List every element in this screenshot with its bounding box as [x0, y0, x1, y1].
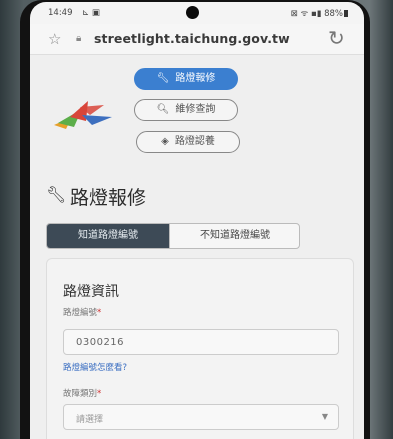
nav-adopt-button[interactable]: ◈ 路燈認養: [136, 131, 240, 153]
browser-url-bar: ☆ 🔒︎ streetlight.taichung.gov.tw ↻: [30, 24, 364, 55]
required-mark: *: [97, 308, 102, 318]
nav-report-button[interactable]: 🔧︎ 路燈報修: [134, 68, 238, 90]
tab-unknown-number[interactable]: 不知道路燈編號: [169, 224, 299, 248]
status-time: 14:49: [48, 8, 73, 18]
status-notification-icons: ⊾ ▣: [82, 8, 100, 18]
status-signal-battery: ⊠ ᯤ ▪▮ 88%: [290, 9, 343, 19]
wrench-icon: 🔧︎: [156, 73, 170, 84]
number-label: 路燈編號*: [63, 306, 101, 318]
tab-known-number[interactable]: 知道路燈編號: [47, 224, 169, 248]
fault-type-select[interactable]: 請選擇 ▼: [63, 404, 339, 430]
site-logo: [54, 101, 112, 129]
page-content: 🔧︎ 路燈報修 🔍︎ 維修查詢 ◈ 路燈認養 🔧︎ 路燈報修 知道路燈編號 不知道路燈…: [30, 55, 364, 439]
nav-progress-label: 維修查詢: [175, 104, 216, 115]
fault-type-label-text: 故障類別: [63, 389, 98, 399]
fault-type-label: 故障類別*: [63, 387, 101, 399]
battery-icon: [344, 10, 348, 17]
page-title: 路燈報修: [70, 187, 147, 209]
camera-hole: [186, 6, 199, 19]
search-icon: 🔍︎: [156, 104, 170, 115]
star-icon[interactable]: ☆: [48, 30, 61, 48]
streetlight-number-value: 0300216: [76, 337, 125, 348]
fault-type-placeholder: 請選擇: [76, 415, 104, 425]
required-mark: *: [97, 389, 102, 399]
reload-icon[interactable]: ↻: [328, 26, 345, 50]
wrench-icon: 🔧︎: [46, 185, 67, 204]
section-title: 路燈資訊: [63, 284, 119, 300]
status-right: ⊠ ᯤ ▪▮ 88%: [291, 8, 348, 19]
url-text[interactable]: streetlight.taichung.gov.tw: [94, 31, 290, 46]
streetlight-number-input[interactable]: 0300216: [63, 329, 339, 355]
lock-icon[interactable]: 🔒︎: [76, 33, 81, 44]
streetlight-info-card: 路燈資訊 路燈編號* 0300216 路燈編號怎麼看? 故障類別* 請選擇 ▼: [46, 258, 354, 439]
number-label-text: 路燈編號: [63, 308, 98, 318]
handshake-icon: ◈: [161, 136, 169, 147]
nav-progress-button[interactable]: 🔍︎ 維修查詢: [134, 99, 238, 121]
phone-screen: 14:49 ⊾ ▣ ⊠ ᯤ ▪▮ 88% ☆ 🔒︎ streetlight.ta…: [30, 2, 364, 439]
nav-report-label: 路燈報修: [175, 73, 216, 84]
number-known-tabs: 知道路燈編號 不知道路燈編號: [46, 223, 300, 249]
nav-adopt-label: 路燈認養: [174, 136, 215, 147]
chevron-down-icon: ▼: [321, 412, 328, 421]
status-bar: 14:49 ⊾ ▣ ⊠ ᯤ ▪▮ 88%: [30, 2, 364, 24]
number-help-link[interactable]: 路燈編號怎麼看?: [63, 361, 127, 373]
